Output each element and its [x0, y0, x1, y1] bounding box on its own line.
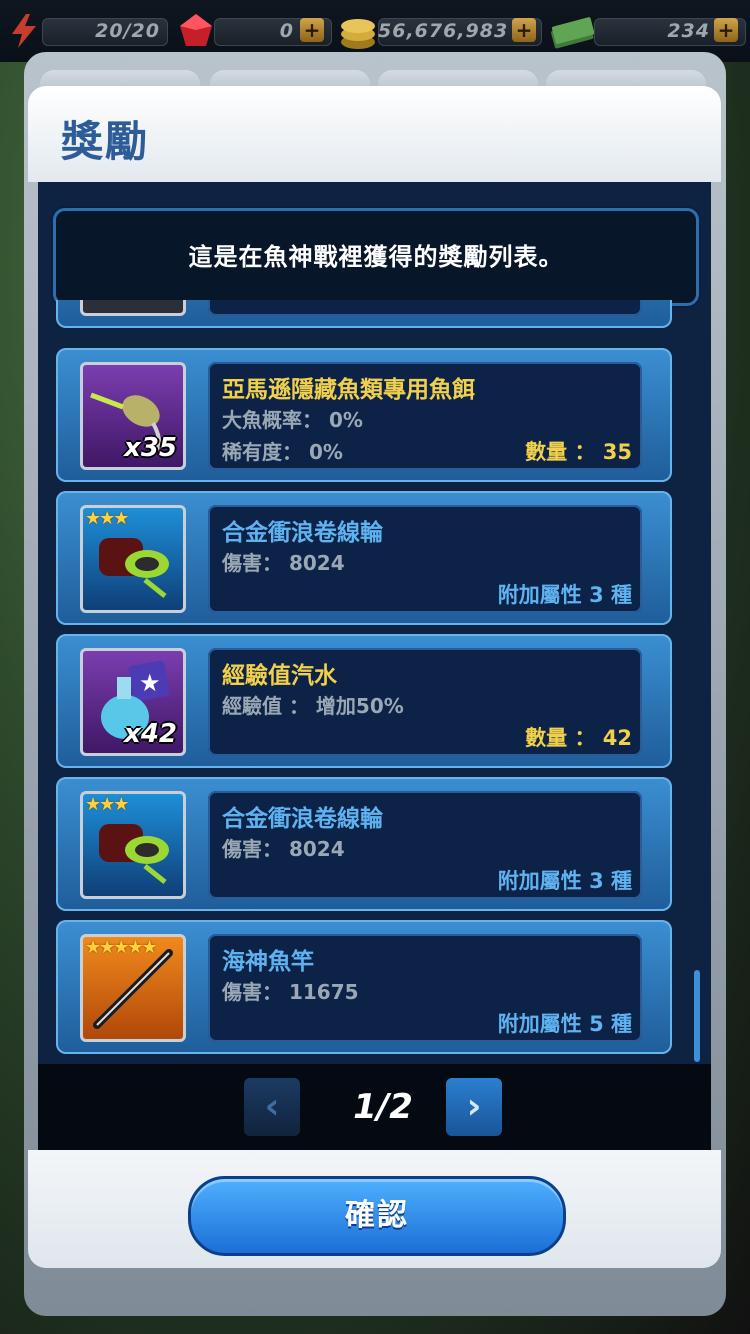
dialog-header: 獎勵: [28, 86, 721, 182]
item-panel: 合金衝浪卷線輪 傷害： 8024 附加屬性 3 種: [208, 791, 642, 899]
cash-icon: [551, 17, 595, 49]
list-item[interactable]: ★★★★★ 海神魚竿 傷害： 11675 附加屬性 5 種: [56, 920, 672, 1054]
gem-icon: [180, 14, 212, 46]
bait-icon: x35: [80, 362, 186, 470]
dialog-title: 獎勵: [61, 117, 150, 166]
list-item[interactable]: ★★★ 合金衝浪卷線輪 傷害： 8024 附加屬性 3 種: [56, 777, 672, 911]
prev-page-button[interactable]: ‹: [244, 1078, 300, 1136]
add-gems-button[interactable]: +: [300, 18, 324, 42]
item-stat: 大魚概率： 0%: [222, 408, 363, 432]
item-name: 海神魚竿: [222, 949, 314, 975]
list-item[interactable]: [56, 300, 672, 328]
coin-value: 56,676,983: [378, 20, 509, 42]
item-attributes: 附加屬性 5 種: [497, 1012, 632, 1036]
item-panel: 海神魚竿 傷害： 11675 附加屬性 5 種: [208, 934, 642, 1042]
list-item[interactable]: ★★★ 合金衝浪卷線輪 傷害： 8024 附加屬性 3 種: [56, 491, 672, 625]
chevron-right-icon: ›: [466, 1086, 482, 1127]
coin-icon: [341, 19, 375, 49]
quantity-label: x42: [124, 719, 177, 749]
energy-value: 20/20: [95, 20, 160, 42]
item-name: 合金衝浪卷線輪: [222, 806, 383, 832]
item-name: 亞馬遜隱藏魚類專用魚餌: [222, 377, 475, 403]
item-panel: [208, 300, 642, 316]
dialog-footer: 確認: [28, 1150, 721, 1268]
item-panel: 亞馬遜隱藏魚類專用魚餌 大魚概率： 0% 稀有度： 0% 數量 ： 35: [208, 362, 642, 470]
list-item[interactable]: x35 亞馬遜隱藏魚類專用魚餌 大魚概率： 0% 稀有度： 0% 數量 ： 35: [56, 348, 672, 482]
add-cash-button[interactable]: +: [714, 18, 738, 42]
item-attributes: 附加屬性 3 種: [497, 583, 632, 607]
star-rating: ★★★: [85, 794, 129, 815]
gem-value: 0: [279, 20, 294, 42]
potion-icon: ★ x42: [80, 648, 186, 756]
item-icon: [80, 300, 186, 316]
chevron-left-icon: ‹: [264, 1086, 280, 1127]
item-attributes: 附加屬性 3 種: [497, 869, 632, 893]
item-panel: 經驗值汽水 經驗值 ： 增加50% 數量 ： 42: [208, 648, 642, 756]
star-rating: ★★★: [85, 508, 129, 529]
item-stat: 傷害： 11675: [222, 980, 359, 1004]
notice-text: 這是在魚神戰裡獲得的獎勵列表。: [188, 243, 564, 271]
item-quantity: 數量 ： 42: [525, 726, 632, 750]
gem-resource: 0 +: [178, 12, 332, 50]
item-name: 經驗值汽水: [222, 663, 337, 689]
energy-resource: 20/20: [6, 12, 168, 50]
rod-icon: ★★★★★: [80, 934, 186, 1042]
list-item[interactable]: ★ x42 經驗值汽水 經驗值 ： 增加50% 數量 ： 42: [56, 634, 672, 768]
item-quantity: 數量 ： 35: [525, 440, 632, 464]
reel-icon: ★★★: [80, 505, 186, 613]
item-stat: 經驗值 ： 增加50%: [222, 694, 404, 718]
lightning-icon: [12, 14, 36, 48]
pagination: ‹ 1/2 ›: [38, 1064, 711, 1150]
item-stat: 傷害： 8024: [222, 837, 345, 861]
reward-list[interactable]: x35 亞馬遜隱藏魚類專用魚餌 大魚概率： 0% 稀有度： 0% 數量 ： 35…: [48, 300, 688, 1054]
quantity-label: x35: [124, 433, 177, 463]
rewards-dialog: 獎勵 這是在魚神戰裡獲得的獎勵列表。 x35 亞馬遜隱藏魚類專用魚餌 大魚概率：…: [28, 86, 721, 1268]
coin-resource: 56,676,983 +: [338, 12, 542, 50]
add-coins-button[interactable]: +: [512, 18, 536, 42]
next-page-button[interactable]: ›: [446, 1078, 502, 1136]
list-scrollbar[interactable]: [694, 970, 700, 1062]
item-stat: 傷害： 8024: [222, 551, 345, 575]
star-rating: ★★★★★: [85, 937, 158, 958]
item-name: 合金衝浪卷線輪: [222, 520, 383, 546]
reel-icon: ★★★: [80, 791, 186, 899]
cash-resource: 234 +: [548, 12, 746, 50]
item-stat: 稀有度： 0%: [222, 440, 343, 464]
svg-text:★: ★: [139, 669, 161, 697]
notice-box: 這是在魚神戰裡獲得的獎勵列表。: [53, 208, 699, 306]
cash-value: 234: [667, 20, 710, 42]
item-panel: 合金衝浪卷線輪 傷害： 8024 附加屬性 3 種: [208, 505, 642, 613]
confirm-label: 確認: [345, 1198, 409, 1233]
confirm-button[interactable]: 確認: [188, 1176, 566, 1256]
page-indicator: 1/2: [353, 1087, 413, 1127]
